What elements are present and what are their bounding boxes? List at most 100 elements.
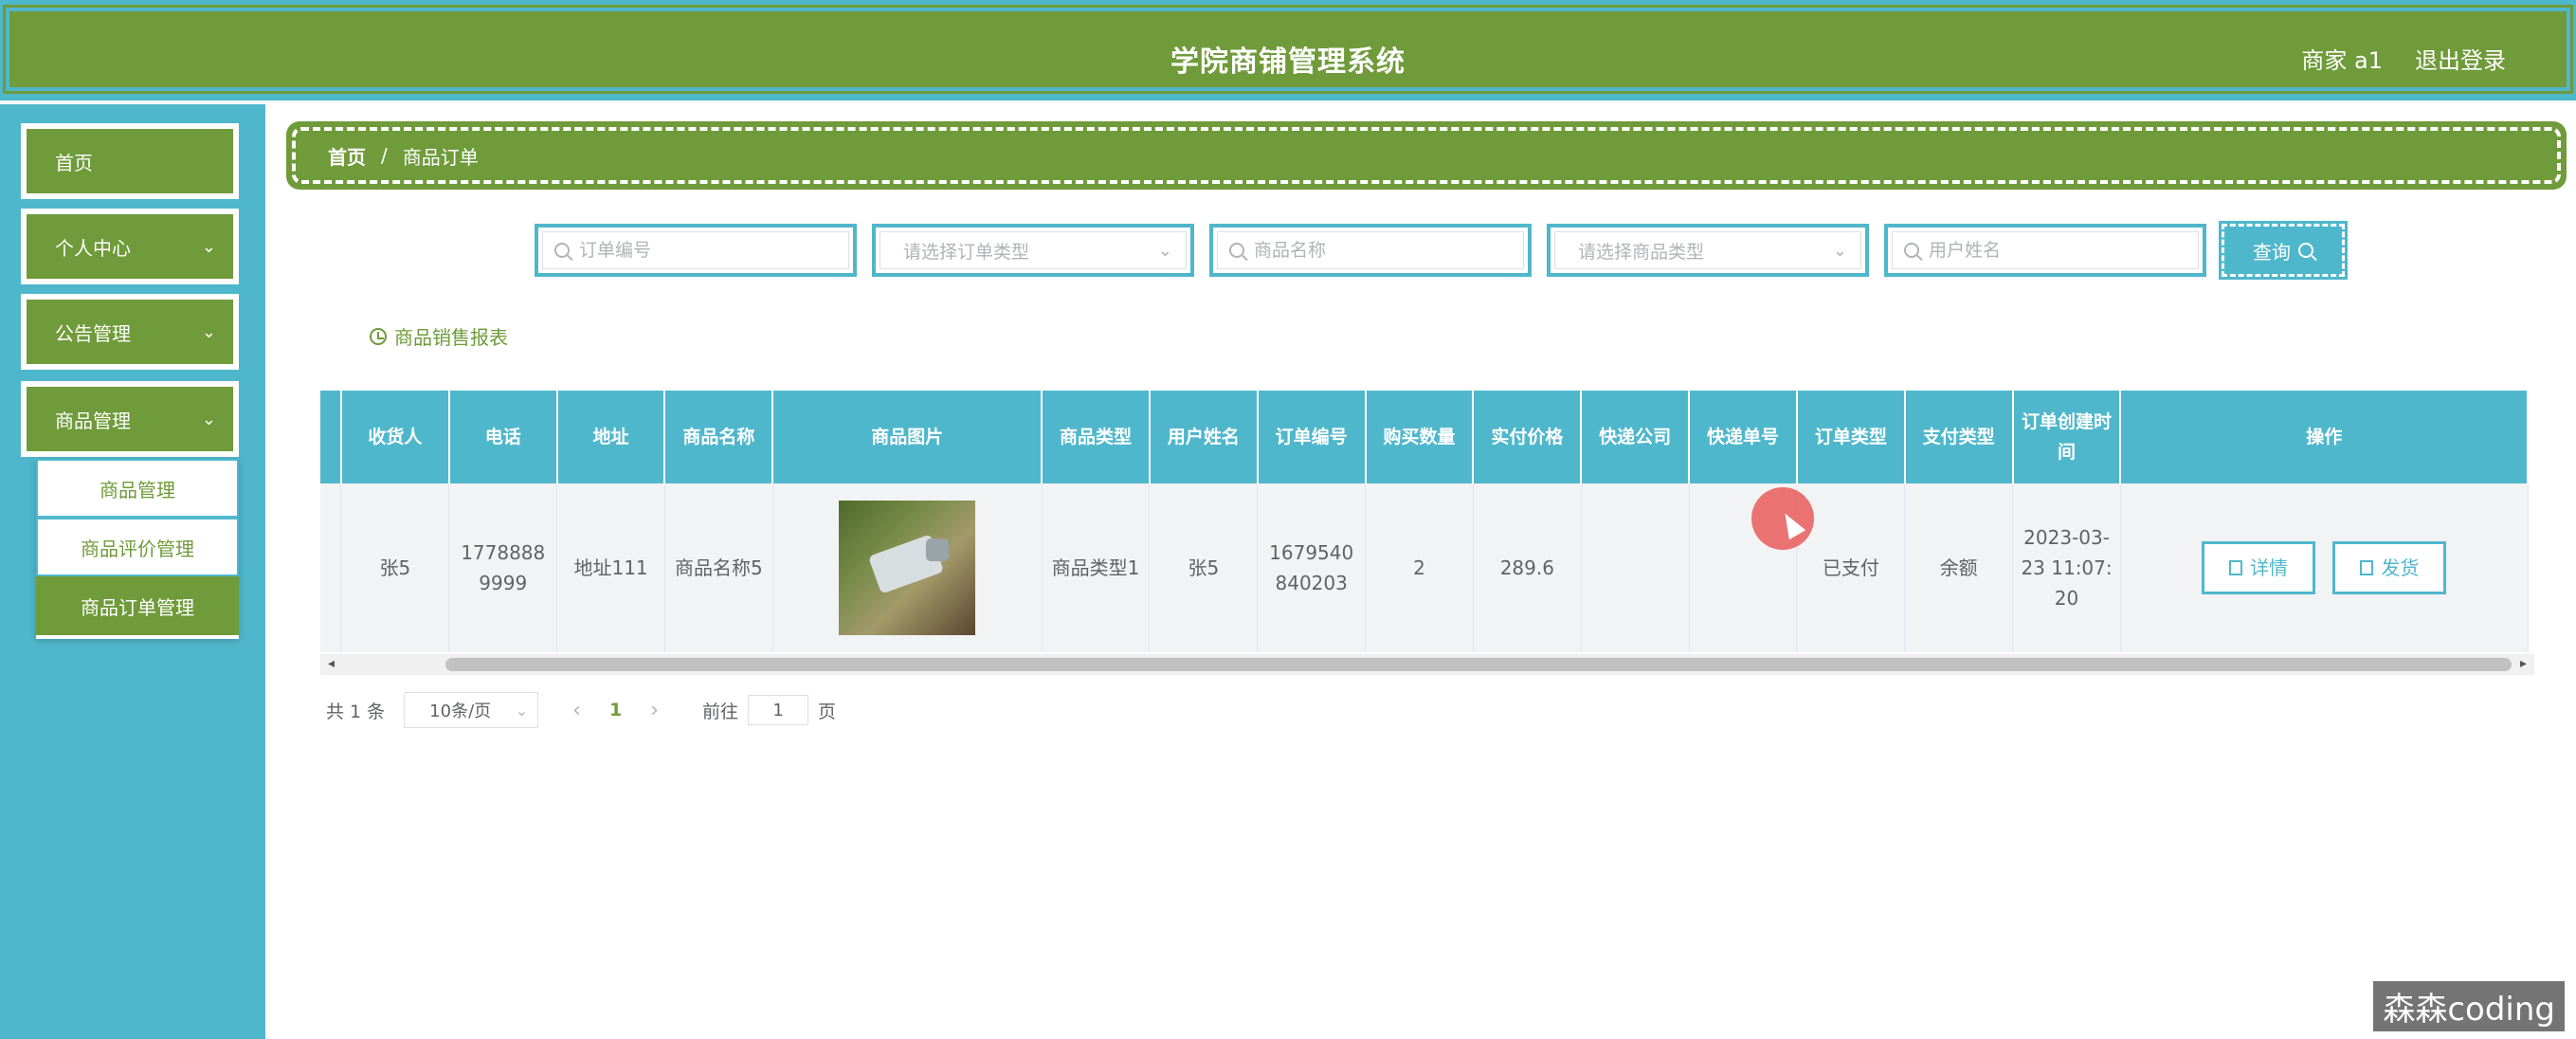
- cell-courier: [1581, 483, 1690, 652]
- logout-button[interactable]: 退出登录: [2415, 42, 2506, 75]
- table-cell-clipped: [320, 483, 342, 652]
- chevron-down-icon: ⌄: [201, 409, 216, 429]
- query-button[interactable]: 查询: [2219, 221, 2348, 280]
- chevron-down-icon: ⌄: [1157, 240, 1172, 261]
- search-icon: [1229, 243, 1244, 258]
- detail-button-label: 详情: [2250, 556, 2289, 579]
- user-name-input[interactable]: [1929, 240, 2175, 261]
- cell-price: 289.6: [1473, 483, 1582, 652]
- current-user[interactable]: 商家 a1: [2301, 42, 2383, 75]
- header-bar: 学院商铺管理系统 商家 a1 退出登录: [3, 5, 2573, 94]
- column-header-clipped: [320, 391, 342, 483]
- column-header: 订单编号: [1257, 391, 1367, 483]
- chevron-down-icon: ⌄: [201, 321, 216, 342]
- cell-order-type: 已支付: [1796, 483, 1906, 652]
- sales-report-label: 商品销售报表: [394, 326, 508, 349]
- chevron-down-icon: ⌄: [515, 701, 529, 720]
- next-page-icon[interactable]: ›: [650, 699, 659, 722]
- cell-actions: 详情 发货: [2120, 483, 2529, 652]
- column-header: 用户姓名: [1149, 391, 1259, 483]
- submenu-item-reviews[interactable]: 商品评价管理: [36, 518, 239, 576]
- total-count: 共 1 条: [326, 701, 386, 722]
- page-number[interactable]: 1: [609, 700, 622, 720]
- submenu-item-orders[interactable]: 商品订单管理: [36, 576, 239, 635]
- product-type-select[interactable]: 请选择商品类型 ⌄: [1547, 224, 1869, 277]
- search-icon: [554, 243, 570, 258]
- query-button-label: 查询: [2253, 240, 2291, 264]
- table-row: 张5 17788889999 地址111 商品名称5 商品类型1 张5 1679…: [320, 483, 2529, 652]
- search-icon: [2298, 243, 2313, 258]
- column-header: 地址: [556, 391, 666, 483]
- product-image[interactable]: [839, 501, 976, 635]
- page-size-select[interactable]: 10条/页 ⌄: [404, 692, 539, 728]
- column-header: 支付类型: [1904, 391, 2014, 483]
- cell-receiver: 张5: [340, 483, 450, 652]
- cell-product-type: 商品类型1: [1042, 483, 1151, 652]
- cell-pay-type: 余额: [1904, 483, 2014, 652]
- breadcrumb: 首页 / 商品订单: [286, 121, 2567, 190]
- sidebar: 首页 个人中心 ⌄ 公告管理 ⌄ 商品管理 ⌄ 商品管理 商品评价管理 商品订单…: [0, 104, 265, 1039]
- order-no-field: [535, 224, 857, 277]
- goto-page-input[interactable]: [748, 695, 809, 725]
- order-no-input[interactable]: [579, 240, 825, 261]
- column-header: 操作: [2120, 391, 2529, 483]
- product-name-field: [1209, 224, 1532, 277]
- breadcrumb-separator: /: [381, 144, 388, 167]
- cell-phone: 17788889999: [448, 483, 558, 652]
- ship-button[interactable]: 发货: [2332, 541, 2447, 594]
- search-icon: [1904, 243, 1919, 258]
- sidebar-item-label: 首页: [55, 151, 93, 174]
- ship-button-label: 发货: [2381, 556, 2420, 579]
- product-submenu: 商品管理 商品评价管理 商品订单管理: [36, 459, 239, 639]
- sidebar-item-personal-center[interactable]: 个人中心 ⌄: [21, 209, 239, 284]
- orders-table-grid: 收货人 电话 地址 商品名称 商品图片 商品类型 用户姓名 订单编号 购买数量 …: [320, 391, 2529, 652]
- breadcrumb-home[interactable]: 首页: [328, 142, 366, 170]
- scroll-left-arrow-icon[interactable]: ◂: [328, 656, 335, 671]
- column-header: 商品类型: [1042, 391, 1151, 483]
- table-header-row: 收货人 电话 地址 商品名称 商品图片 商品类型 用户姓名 订单编号 购买数量 …: [320, 391, 2529, 483]
- product-name-input[interactable]: [1254, 240, 1500, 261]
- goto-label: 前往: [702, 701, 739, 722]
- column-header: 订单创建时间: [2012, 391, 2122, 483]
- cell-product-image: [772, 483, 1043, 652]
- column-header: 商品名称: [664, 391, 774, 483]
- column-header: 订单类型: [1796, 391, 1906, 483]
- sidebar-item-product-management[interactable]: 商品管理 ⌄: [21, 381, 239, 457]
- sidebar-item-label: 个人中心: [55, 236, 131, 260]
- scroll-right-arrow-icon[interactable]: ▸: [2520, 656, 2527, 671]
- chevron-down-icon: ⌄: [201, 236, 216, 257]
- book-icon: [2360, 560, 2374, 575]
- sales-report-link[interactable]: 商品销售报表: [370, 322, 508, 350]
- column-header: 商品图片: [772, 391, 1043, 483]
- order-type-select[interactable]: 请选择订单类型 ⌄: [872, 224, 1194, 277]
- cell-quantity: 2: [1365, 483, 1474, 652]
- breadcrumb-current: 商品订单: [402, 145, 479, 169]
- pagination: 共 1 条 10条/页 ⌄ ‹ 1 › 前往 页: [326, 692, 836, 728]
- sidebar-item-announcements[interactable]: 公告管理 ⌄: [21, 294, 239, 370]
- top-header: 学院商铺管理系统 商家 a1 退出登录: [0, 0, 2576, 100]
- prev-page-icon[interactable]: ‹: [572, 699, 581, 722]
- column-header: 快递单号: [1689, 391, 1798, 483]
- cell-address: 地址111: [556, 483, 665, 652]
- watermark: 森森coding: [2373, 981, 2565, 1031]
- sidebar-item-home[interactable]: 首页: [21, 123, 239, 199]
- submenu-item-products[interactable]: 商品管理: [36, 459, 239, 518]
- cell-product-name: 商品名称5: [664, 483, 773, 652]
- column-header: 电话: [448, 391, 558, 483]
- column-header: 收货人: [340, 391, 450, 483]
- table-horizontal-scrollbar[interactable]: ◂ ▸: [320, 654, 2534, 675]
- page-suffix: 页: [818, 701, 837, 722]
- orders-table: 收货人 电话 地址 商品名称 商品图片 商品类型 用户姓名 订单编号 购买数量 …: [320, 391, 2534, 675]
- page-size-value: 10条/页: [429, 702, 492, 721]
- detail-button[interactable]: 详情: [2202, 541, 2316, 594]
- scrollbar-thumb[interactable]: [445, 658, 2512, 671]
- chevron-down-icon: ⌄: [1832, 240, 1847, 261]
- header-user-area: 商家 a1 退出登录: [2301, 42, 2506, 75]
- column-header: 实付价格: [1473, 391, 1583, 483]
- cell-created: 2023-03-23 11:07:20: [2012, 483, 2121, 652]
- breadcrumb-inner: 首页 / 商品订单: [292, 127, 2561, 184]
- camera-shape: [926, 538, 950, 561]
- cell-order-no: 1679540840203: [1257, 483, 1367, 652]
- column-header: 快递公司: [1581, 391, 1691, 483]
- order-type-placeholder: 请选择订单类型: [903, 241, 1030, 263]
